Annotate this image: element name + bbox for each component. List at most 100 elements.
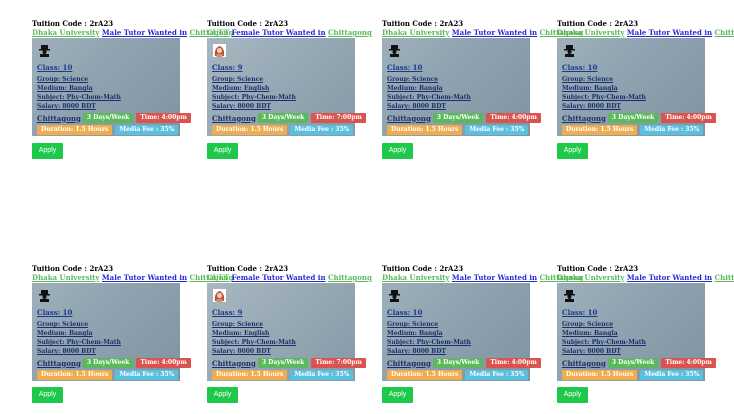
subject-label: Subject: Phy-Chem-Math xyxy=(37,94,121,101)
duration-badge: Duration: 1.5 Hours xyxy=(562,125,638,135)
apply-button[interactable]: Apply xyxy=(207,387,238,403)
class-label: Class: 10 xyxy=(37,63,73,72)
tuition-code: Tuition Code : 2rA23 xyxy=(32,264,114,273)
schedule-badges: Chittagong 3 Days/Week Time: 4:00pm xyxy=(387,358,544,368)
tuition-details-panel: Class: 10 Group: Science Medium: Bangla … xyxy=(32,283,191,381)
university-link[interactable]: Dhaka University xyxy=(32,273,99,282)
tutor-wanted-link[interactable]: Male Tutor Wanted in xyxy=(627,28,712,37)
male-avatar-icon xyxy=(39,45,50,57)
subject-label: Subject: Phy-Chem-Math xyxy=(212,94,296,101)
tutor-wanted-link[interactable]: Male Tutor Wanted in xyxy=(452,28,537,37)
days-badge: 3 Days/Week xyxy=(432,358,484,368)
time-badge: Time: 7:00pm xyxy=(311,113,366,123)
tutor-wanted-link[interactable]: Male Tutor Wanted in xyxy=(452,273,537,282)
tuition-code: Tuition Code : 2rA23 xyxy=(32,19,114,28)
tutor-wanted-link[interactable]: Male Tutor Wanted in xyxy=(102,28,187,37)
group-label: Group: Science xyxy=(37,76,89,83)
schedule-badges: Chittagong 3 Days/Week Time: 7:00pm xyxy=(212,113,369,123)
schedule-badges: Chittagong 3 Days/Week Time: 4:00pm xyxy=(562,113,719,123)
media-fee-badge: Media Fee : 35% xyxy=(115,370,179,380)
medium-label: Medium: Bangla xyxy=(387,85,443,92)
city-label: Chittagong xyxy=(387,358,431,368)
subject-label: Subject: Phy-Chem-Math xyxy=(562,94,646,101)
media-fee-badge: Media Fee : 35% xyxy=(640,370,704,380)
medium-label: Medium: Bangla xyxy=(37,85,93,92)
duration-badge: Duration: 1.5 Hours xyxy=(212,370,288,380)
subject-label: Subject: Phy-Chem-Math xyxy=(387,94,471,101)
tuition-details-panel: Class: 9 Group: Science Medium: English … xyxy=(207,38,366,136)
tuition-card: Tuition Code : 2rA23 Dhaka University Ma… xyxy=(557,19,734,136)
subject-label: Subject: Phy-Chem-Math xyxy=(387,339,471,346)
university-link[interactable]: Dhaka University xyxy=(382,273,449,282)
subject-label: Subject: Phy-Chem-Math xyxy=(37,339,121,346)
male-avatar-icon xyxy=(389,45,400,57)
salary-label: Salary: 8000 BDT xyxy=(212,348,271,355)
medium-label: Medium: Bangla xyxy=(387,330,443,337)
apply-button[interactable]: Apply xyxy=(557,143,588,159)
duration-badge: Duration: 1.5 Hours xyxy=(387,125,463,135)
schedule-badges: Chittagong 3 Days/Week Time: 4:00pm xyxy=(387,113,544,123)
time-badge: Time: 4:00pm xyxy=(136,113,191,123)
group-label: Group: Science xyxy=(212,321,264,328)
university-link[interactable]: Dhaka University xyxy=(382,28,449,37)
time-badge: Time: 4:00pm xyxy=(486,358,541,368)
media-fee-badge: Media Fee : 35% xyxy=(290,370,354,380)
apply-button[interactable]: Apply xyxy=(557,387,588,403)
male-avatar-icon xyxy=(389,290,400,302)
apply-button[interactable]: Apply xyxy=(382,143,413,159)
tutor-wanted-link[interactable]: Male Tutor Wanted in xyxy=(102,273,187,282)
class-label: Class: 9 xyxy=(212,308,243,317)
tutor-wanted-link[interactable]: Male Tutor Wanted in xyxy=(627,273,712,282)
class-label: Class: 10 xyxy=(37,308,73,317)
city-label: Chittagong xyxy=(37,358,81,368)
tuition-grid: Tuition Code : 2rA23 Dhaka University Ma… xyxy=(0,0,734,414)
apply-button[interactable]: Apply xyxy=(382,387,413,403)
tutor-wanted-link[interactable]: Female Tutor Wanted in xyxy=(232,28,326,37)
university-link[interactable]: Dhaka University xyxy=(32,28,99,37)
location-link[interactable]: Chittagong xyxy=(715,273,734,282)
university-link[interactable]: CUET xyxy=(207,28,229,37)
medium-label: Medium: Bangla xyxy=(562,85,618,92)
city-label: Chittagong xyxy=(37,113,81,123)
city-label: Chittagong xyxy=(562,113,606,123)
location-link[interactable]: Chittagong xyxy=(328,273,372,282)
medium-label: Medium: English xyxy=(212,85,270,92)
class-label: Class: 10 xyxy=(562,63,598,72)
fee-badges: Duration: 1.5 Hours Media Fee : 35% xyxy=(387,370,531,380)
group-label: Group: Science xyxy=(562,76,614,83)
schedule-badges: Chittagong 3 Days/Week Time: 4:00pm xyxy=(37,358,194,368)
tuition-details-panel: Class: 9 Group: Science Medium: English … xyxy=(207,283,366,381)
group-label: Group: Science xyxy=(387,76,439,83)
fee-badges: Duration: 1.5 Hours Media Fee : 35% xyxy=(562,370,706,380)
tuition-card: Tuition Code : 2rA23 Dhaka University Ma… xyxy=(382,264,583,381)
tuition-code: Tuition Code : 2rA23 xyxy=(557,19,639,28)
apply-button[interactable]: Apply xyxy=(207,143,238,159)
media-fee-badge: Media Fee : 35% xyxy=(290,125,354,135)
card-subtitle: Dhaka University Male Tutor Wanted in Ch… xyxy=(557,273,734,282)
university-link[interactable]: CUET xyxy=(207,273,229,282)
city-label: Chittagong xyxy=(387,113,431,123)
university-link[interactable]: Dhaka University xyxy=(557,28,624,37)
tuition-details-panel: Class: 10 Group: Science Medium: Bangla … xyxy=(382,38,541,136)
tuition-card: Tuition Code : 2rA23 Dhaka University Ma… xyxy=(382,19,583,136)
tuition-card: Tuition Code : 2rA23 CUET Female Tutor W… xyxy=(207,19,372,136)
location-link[interactable]: Chittagong xyxy=(715,28,734,37)
city-label: Chittagong xyxy=(562,358,606,368)
city-label: Chittagong xyxy=(212,113,256,123)
media-fee-badge: Media Fee : 35% xyxy=(465,125,529,135)
location-link[interactable]: Chittagong xyxy=(328,28,372,37)
university-link[interactable]: Dhaka University xyxy=(557,273,624,282)
medium-label: Medium: Bangla xyxy=(562,330,618,337)
female-avatar-icon xyxy=(213,44,226,57)
days-badge: 3 Days/Week xyxy=(82,358,134,368)
salary-label: Salary: 8000 BDT xyxy=(562,348,621,355)
tutor-wanted-link[interactable]: Female Tutor Wanted in xyxy=(232,273,326,282)
class-label: Class: 10 xyxy=(562,308,598,317)
apply-button[interactable]: Apply xyxy=(32,143,63,159)
fee-badges: Duration: 1.5 Hours Media Fee : 35% xyxy=(212,125,356,135)
media-fee-badge: Media Fee : 35% xyxy=(465,370,529,380)
apply-button[interactable]: Apply xyxy=(32,387,63,403)
salary-label: Salary: 8000 BDT xyxy=(387,103,446,110)
tuition-code: Tuition Code : 2rA23 xyxy=(207,264,289,273)
tuition-card: Tuition Code : 2rA23 Dhaka University Ma… xyxy=(557,264,734,381)
